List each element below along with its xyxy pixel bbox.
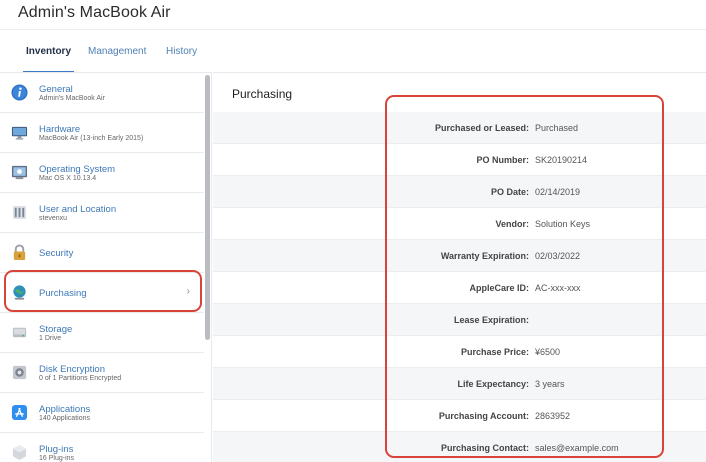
- field-value: SK20190214: [535, 155, 588, 165]
- sidebar-item-purchasing[interactable]: Purchasing ›: [0, 273, 204, 313]
- sidebar-scrollbar[interactable]: [205, 75, 210, 340]
- sidebar-item-subtitle: 0 of 1 Partitions Encrypted: [39, 375, 122, 382]
- app-store-icon: [11, 404, 28, 421]
- field-value: AC-xxx-xxx: [535, 283, 581, 293]
- sidebar-item-label: Applications: [39, 404, 91, 415]
- sidebar-item-general[interactable]: General Admin's MacBook Air: [0, 73, 204, 113]
- field-label: PO Number:: [476, 155, 529, 165]
- user-location-icon: [12, 205, 27, 220]
- field-label: Purchasing Contact:: [440, 443, 529, 453]
- field-label: Warranty Expiration:: [440, 251, 529, 261]
- tab-inventory[interactable]: Inventory: [22, 46, 75, 73]
- sidebar-item-label: General: [39, 84, 73, 95]
- tab-bar: Inventory Management History: [0, 30, 706, 74]
- inventory-sidebar: General Admin's MacBook Air Hardware Mac…: [0, 72, 212, 462]
- field-row-lease-expiration: Lease Expiration:: [213, 304, 706, 336]
- field-row-po-date: PO Date: 02/14/2019: [213, 176, 706, 208]
- sidebar-item-operating-system[interactable]: Operating System Mac OS X 10.13.4: [0, 153, 204, 193]
- sidebar-item-disk-encryption[interactable]: Disk Encryption 0 of 1 Partitions Encryp…: [0, 353, 204, 393]
- sidebar-item-label: Disk Encryption: [39, 364, 105, 375]
- field-label: AppleCare ID:: [469, 283, 529, 293]
- drive-icon: [12, 327, 27, 338]
- sidebar-item-label: Storage: [39, 324, 73, 335]
- sidebar-item-subtitle: 140 Applications: [39, 415, 90, 422]
- monitor-icon: [11, 126, 28, 140]
- purchasing-panel: Purchasing Purchased or Leased: Purchase…: [213, 72, 706, 462]
- sidebar-item-label: Security: [39, 248, 74, 259]
- page-title: Admin's MacBook Air: [18, 4, 171, 21]
- field-label: Purchase Price:: [460, 347, 529, 357]
- field-value: Solution Keys: [535, 219, 591, 229]
- tab-history[interactable]: History: [166, 46, 197, 73]
- field-value: 02/03/2022: [535, 251, 581, 261]
- field-row-life-expectancy: Life Expectancy: 3 years: [213, 368, 706, 400]
- field-label: Purchased or Leased:: [434, 123, 529, 133]
- sidebar-item-subtitle: 16 Plug-ins: [39, 455, 75, 462]
- info-icon: [11, 84, 28, 101]
- sidebar-item-label: Hardware: [39, 124, 81, 135]
- field-row-purchased-or-leased: Purchased or Leased: Purchased: [213, 112, 706, 144]
- field-value: Purchased: [535, 123, 579, 133]
- sidebar-item-plug-ins[interactable]: Plug-ins 16 Plug-ins: [0, 433, 204, 462]
- section-title: Purchasing: [232, 87, 293, 101]
- field-row-purchase-price: Purchase Price: ¥6500: [213, 336, 706, 368]
- sidebar-item-subtitle: Mac OS X 10.13.4: [39, 175, 97, 182]
- window-header: Admin's MacBook Air: [0, 0, 706, 30]
- lock-icon: [13, 244, 26, 261]
- sidebar-item-security[interactable]: Security: [0, 233, 204, 273]
- sidebar-item-subtitle: stevenxu: [39, 215, 68, 222]
- sidebar-item-label: Purchasing: [39, 288, 87, 299]
- field-label: Life Expectancy:: [457, 379, 529, 389]
- sidebar-item-applications[interactable]: Applications 140 Applications: [0, 393, 204, 433]
- field-row-applecare-id: AppleCare ID: AC-xxx-xxx: [213, 272, 706, 304]
- plugin-icon: [12, 444, 27, 461]
- field-row-purchasing-contact: Purchasing Contact: sales@example.com: [213, 432, 706, 462]
- field-row-po-number: PO Number: SK20190214: [213, 144, 706, 176]
- sidebar-item-subtitle: Admin's MacBook Air: [39, 95, 105, 102]
- globe-icon: [13, 285, 26, 300]
- sidebar-item-label: Plug-ins: [39, 444, 74, 455]
- field-value: ¥6500: [535, 347, 561, 357]
- field-label: PO Date:: [490, 187, 529, 197]
- field-value: 3 years: [535, 379, 565, 389]
- field-value: 02/14/2019: [535, 187, 581, 197]
- field-label: Purchasing Account:: [438, 411, 529, 421]
- os-icon: [11, 165, 28, 180]
- chevron-right-icon: ›: [186, 286, 190, 297]
- field-label: Lease Expiration:: [453, 315, 529, 325]
- sidebar-item-label: Operating System: [39, 164, 116, 175]
- field-value: sales@example.com: [535, 443, 619, 453]
- field-row-vendor: Vendor: Solution Keys: [213, 208, 706, 240]
- sidebar-item-subtitle: MacBook Air (13-inch Early 2015): [39, 135, 144, 142]
- sidebar-item-storage[interactable]: Storage 1 Drive: [0, 313, 204, 353]
- tab-management[interactable]: Management: [88, 46, 146, 73]
- sidebar-item-subtitle: 1 Drive: [39, 335, 62, 342]
- field-label: Vendor:: [495, 219, 529, 229]
- sidebar-item-label: User and Location: [39, 204, 117, 215]
- field-value: 2863952: [535, 411, 571, 421]
- field-row-purchasing-account: Purchasing Account: 2863952: [213, 400, 706, 432]
- field-row-warranty-expiration: Warranty Expiration: 02/03/2022: [213, 240, 706, 272]
- safe-icon: [12, 365, 27, 380]
- sidebar-item-hardware[interactable]: Hardware MacBook Air (13-inch Early 2015…: [0, 113, 204, 153]
- sidebar-item-user-and-location[interactable]: User and Location stevenxu: [0, 193, 204, 233]
